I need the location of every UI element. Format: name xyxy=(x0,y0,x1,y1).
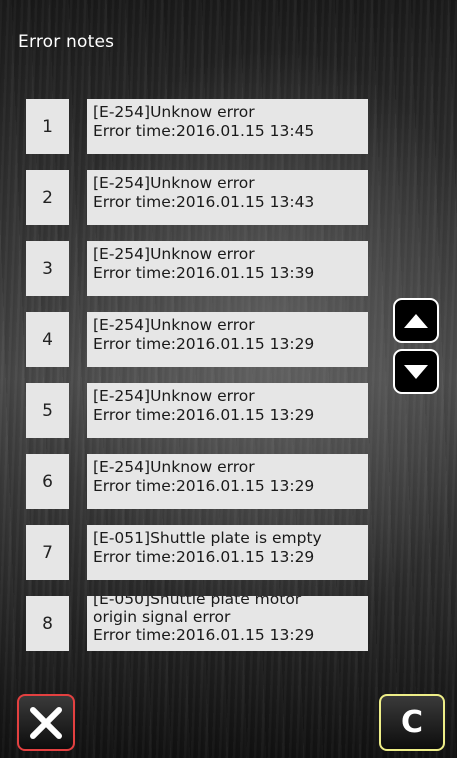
scroll-down-button[interactable] xyxy=(393,349,439,394)
triangle-down-icon xyxy=(404,364,428,379)
error-time: Error time:2016.01.15 13:45 xyxy=(93,122,315,140)
error-message: [E-254]Unknow error Error time:2016.01.1… xyxy=(87,241,368,296)
page-title: Error notes xyxy=(18,32,115,52)
close-button[interactable] xyxy=(17,694,75,751)
error-number: 2 xyxy=(26,170,69,225)
error-time: Error time:2016.01.15 13:29 xyxy=(93,548,315,566)
close-x-icon xyxy=(30,706,62,739)
error-title-cont: origin signal error xyxy=(93,608,231,626)
error-time: Error time:2016.01.15 13:43 xyxy=(93,193,315,211)
error-number: 8 xyxy=(26,596,69,651)
error-title: [E-254]Unknow error xyxy=(93,103,255,121)
scroll-up-button[interactable] xyxy=(393,298,439,343)
error-number: 4 xyxy=(26,312,69,367)
error-time: Error time:2016.01.15 13:39 xyxy=(93,264,315,282)
error-number: 3 xyxy=(26,241,69,296)
error-message: [E-050]Shuttle plate motor origin signal… xyxy=(87,596,368,651)
error-row-3[interactable]: 3 [E-254]Unknow error Error time:2016.01… xyxy=(26,241,368,296)
error-title: [E-254]Unknow error xyxy=(93,174,255,192)
error-title: [E-051]Shuttle plate is empty xyxy=(93,529,322,547)
error-title: [E-254]Unknow error xyxy=(93,316,255,334)
error-number: 5 xyxy=(26,383,69,438)
error-row-7[interactable]: 7 [E-051]Shuttle plate is empty Error ti… xyxy=(26,525,368,580)
error-row-2[interactable]: 2 [E-254]Unknow error Error time:2016.01… xyxy=(26,170,368,225)
error-title: [E-050]Shuttle plate motor xyxy=(93,596,302,608)
error-row-8[interactable]: 8 [E-050]Shuttle plate motor origin sign… xyxy=(26,596,368,651)
clear-button[interactable]: C xyxy=(379,694,445,751)
error-message: [E-254]Unknow error Error time:2016.01.1… xyxy=(87,312,368,367)
error-message: [E-051]Shuttle plate is empty Error time… xyxy=(87,525,368,580)
triangle-up-icon xyxy=(404,313,428,328)
error-row-5[interactable]: 5 [E-254]Unknow error Error time:2016.01… xyxy=(26,383,368,438)
error-message: [E-254]Unknow error Error time:2016.01.1… xyxy=(87,99,368,154)
error-message: [E-254]Unknow error Error time:2016.01.1… xyxy=(87,170,368,225)
error-number: 1 xyxy=(26,99,69,154)
error-time: Error time:2016.01.15 13:29 xyxy=(93,626,315,644)
error-title: [E-254]Unknow error xyxy=(93,387,255,405)
error-time: Error time:2016.01.15 13:29 xyxy=(93,477,315,495)
error-title: [E-254]Unknow error xyxy=(93,245,255,263)
error-time: Error time:2016.01.15 13:29 xyxy=(93,406,315,424)
error-row-4[interactable]: 4 [E-254]Unknow error Error time:2016.01… xyxy=(26,312,368,367)
clear-label: C xyxy=(400,704,424,740)
error-message: [E-254]Unknow error Error time:2016.01.1… xyxy=(87,383,368,438)
error-number: 6 xyxy=(26,454,69,509)
error-title: [E-254]Unknow error xyxy=(93,458,255,476)
error-row-6[interactable]: 6 [E-254]Unknow error Error time:2016.01… xyxy=(26,454,368,509)
error-row-1[interactable]: 1 [E-254]Unknow error Error time:2016.01… xyxy=(26,99,368,154)
error-message: [E-254]Unknow error Error time:2016.01.1… xyxy=(87,454,368,509)
error-number: 7 xyxy=(26,525,69,580)
error-notes-screen: Error notes 1 [E-254]Unknow error Error … xyxy=(0,0,457,758)
error-time: Error time:2016.01.15 13:29 xyxy=(93,335,315,353)
